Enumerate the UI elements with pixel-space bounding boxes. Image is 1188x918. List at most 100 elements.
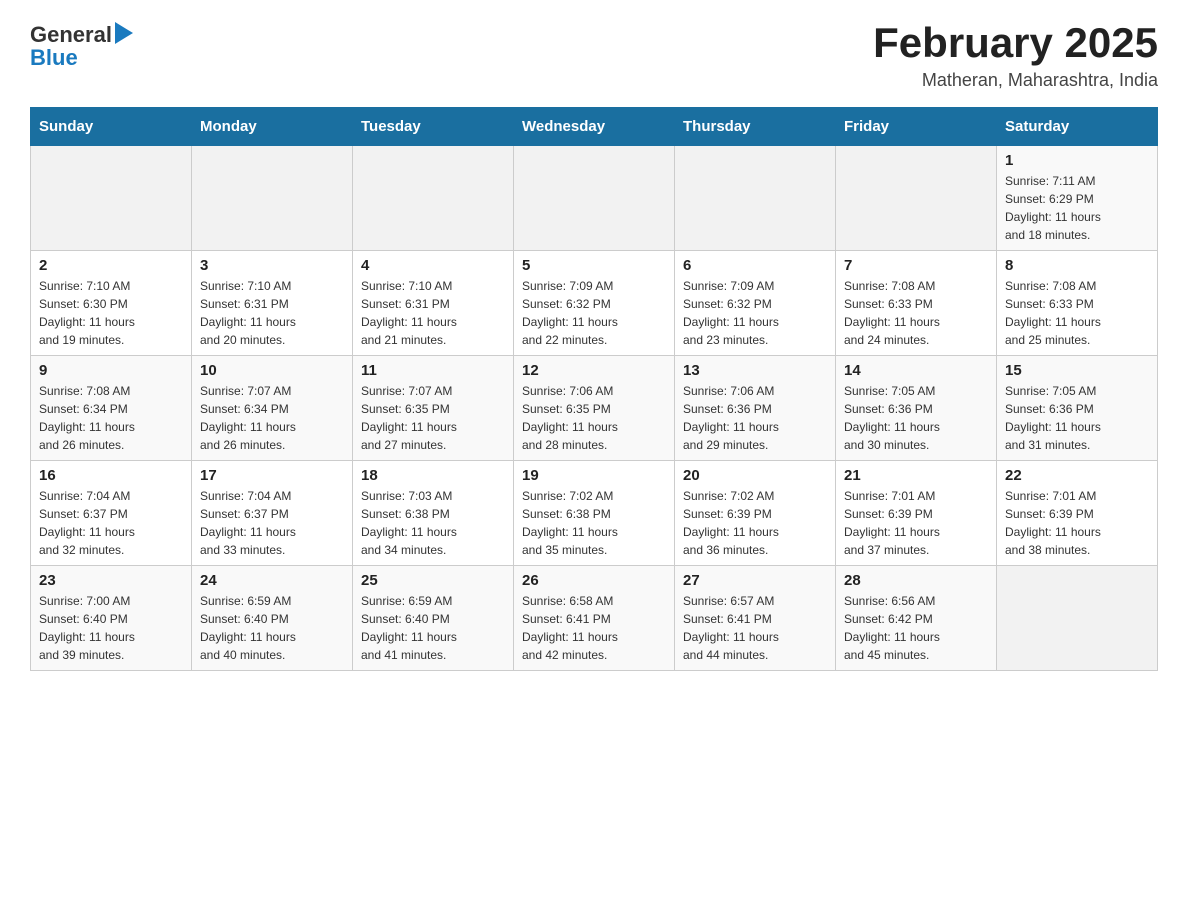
day-cell: 3Sunrise: 7:10 AM Sunset: 6:31 PM Daylig…: [192, 251, 353, 356]
day-number: 24: [200, 572, 344, 589]
day-number: 23: [39, 572, 183, 589]
day-info: Sunrise: 7:07 AM Sunset: 6:35 PM Dayligh…: [361, 382, 505, 454]
day-info: Sunrise: 7:11 AM Sunset: 6:29 PM Dayligh…: [1005, 172, 1149, 244]
logo-text-general: General: [30, 22, 112, 48]
day-info: Sunrise: 7:08 AM Sunset: 6:33 PM Dayligh…: [1005, 277, 1149, 349]
day-cell: 21 Sunrise: 7:01 AM Sunset: 6:39 PM Dayli…: [836, 461, 997, 566]
day-cell: 6 Sunrise: 7:09 AM Sunset: 6:32 PM Daylig…: [675, 251, 836, 356]
header-saturday: Saturday: [997, 108, 1158, 146]
header-sunday: Sunday: [31, 108, 192, 146]
day-number: 4: [361, 257, 505, 274]
day-number: 11: [361, 362, 505, 379]
day-cell: 28Sunrise: 6:56 AM Sunset: 6:42 PM Dayli…: [836, 566, 997, 671]
day-number: 8: [1005, 257, 1149, 274]
calendar-header: Sunday Monday Tuesday Wednesday Thursday…: [31, 108, 1158, 146]
day-number: 16: [39, 467, 183, 484]
day-cell: 18 Sunrise: 7:03 AM Sunset: 6:38 PM Dayli…: [353, 461, 514, 566]
month-title: February 2025: [873, 20, 1158, 66]
day-info: Sunrise: 7:04 AM Sunset: 6:37 PM Dayligh…: [200, 487, 344, 559]
day-number: 22: [1005, 467, 1149, 484]
day-cell: 11 Sunrise: 7:07 AM Sunset: 6:35 PM Dayli…: [353, 356, 514, 461]
day-cell: [31, 146, 192, 251]
day-cell: 20 Sunrise: 7:02 AM Sunset: 6:39 PM Dayli…: [675, 461, 836, 566]
day-info: Sunrise: 7:01 AM Sunset: 6:39 PM Dayligh…: [1005, 487, 1149, 559]
page-header: General Blue February 2025 Matheran, Mah…: [30, 20, 1158, 91]
header-tuesday: Tuesday: [353, 108, 514, 146]
day-info: Sunrise: 7:05 AM Sunset: 6:36 PM Dayligh…: [1005, 382, 1149, 454]
day-info: Sunrise: 7:02 AM Sunset: 6:38 PM Dayligh…: [522, 487, 666, 559]
day-cell: 25 Sunrise: 6:59 AM Sunset: 6:40 PM Dayli…: [353, 566, 514, 671]
day-info: Sunrise: 6:58 AM Sunset: 6:41 PM Dayligh…: [522, 592, 666, 664]
day-number: 27: [683, 572, 827, 589]
day-number: 13: [683, 362, 827, 379]
day-info: Sunrise: 7:09 AM Sunset: 6:32 PM Dayligh…: [683, 277, 827, 349]
day-cell: 23Sunrise: 7:00 AM Sunset: 6:40 PM Dayli…: [31, 566, 192, 671]
day-number: 10: [200, 362, 344, 379]
day-cell: 2 Sunrise: 7:10 AM Sunset: 6:30 PM Daylig…: [31, 251, 192, 356]
day-info: Sunrise: 7:10 AM Sunset: 6:30 PM Dayligh…: [39, 277, 183, 349]
day-cell: 26 Sunrise: 6:58 AM Sunset: 6:41 PM Dayli…: [514, 566, 675, 671]
day-cell: [836, 146, 997, 251]
day-info: Sunrise: 7:01 AM Sunset: 6:39 PM Dayligh…: [844, 487, 988, 559]
day-cell: 7Sunrise: 7:08 AM Sunset: 6:33 PM Daylig…: [836, 251, 997, 356]
day-number: 2: [39, 257, 183, 274]
day-cell: 27 Sunrise: 6:57 AM Sunset: 6:41 PM Dayli…: [675, 566, 836, 671]
day-number: 15: [1005, 362, 1149, 379]
calendar-body: 1Sunrise: 7:11 AM Sunset: 6:29 PM Daylig…: [31, 146, 1158, 671]
day-cell: [997, 566, 1158, 671]
day-cell: [514, 146, 675, 251]
title-block: February 2025 Matheran, Maharashtra, Ind…: [873, 20, 1158, 91]
day-cell: 22 Sunrise: 7:01 AM Sunset: 6:39 PM Dayli…: [997, 461, 1158, 566]
day-info: Sunrise: 7:02 AM Sunset: 6:39 PM Dayligh…: [683, 487, 827, 559]
day-number: 21: [844, 467, 988, 484]
week-row-1: 1Sunrise: 7:11 AM Sunset: 6:29 PM Daylig…: [31, 146, 1158, 251]
day-cell: [192, 146, 353, 251]
day-number: 28: [844, 572, 988, 589]
day-number: 5: [522, 257, 666, 274]
day-number: 6: [683, 257, 827, 274]
day-cell: 1Sunrise: 7:11 AM Sunset: 6:29 PM Daylig…: [997, 146, 1158, 251]
day-cell: 19 Sunrise: 7:02 AM Sunset: 6:38 PM Dayli…: [514, 461, 675, 566]
day-cell: 5Sunrise: 7:09 AM Sunset: 6:32 PM Daylig…: [514, 251, 675, 356]
day-cell: [675, 146, 836, 251]
logo-triangle-icon: [115, 22, 133, 44]
week-row-3: 9 Sunrise: 7:08 AM Sunset: 6:34 PM Daylig…: [31, 356, 1158, 461]
day-cell: 10 Sunrise: 7:07 AM Sunset: 6:34 PM Dayli…: [192, 356, 353, 461]
day-info: Sunrise: 6:59 AM Sunset: 6:40 PM Dayligh…: [361, 592, 505, 664]
day-cell: 16 Sunrise: 7:04 AM Sunset: 6:37 PM Dayli…: [31, 461, 192, 566]
day-cell: 4Sunrise: 7:10 AM Sunset: 6:31 PM Daylig…: [353, 251, 514, 356]
day-number: 17: [200, 467, 344, 484]
header-friday: Friday: [836, 108, 997, 146]
header-monday: Monday: [192, 108, 353, 146]
day-cell: 8 Sunrise: 7:08 AM Sunset: 6:33 PM Daylig…: [997, 251, 1158, 356]
week-row-4: 16 Sunrise: 7:04 AM Sunset: 6:37 PM Dayli…: [31, 461, 1158, 566]
header-wednesday: Wednesday: [514, 108, 675, 146]
day-cell: 14 Sunrise: 7:05 AM Sunset: 6:36 PM Dayli…: [836, 356, 997, 461]
day-number: 25: [361, 572, 505, 589]
day-number: 12: [522, 362, 666, 379]
week-row-2: 2 Sunrise: 7:10 AM Sunset: 6:30 PM Daylig…: [31, 251, 1158, 356]
day-number: 18: [361, 467, 505, 484]
day-number: 20: [683, 467, 827, 484]
day-cell: 13 Sunrise: 7:06 AM Sunset: 6:36 PM Dayli…: [675, 356, 836, 461]
day-info: Sunrise: 7:07 AM Sunset: 6:34 PM Dayligh…: [200, 382, 344, 454]
day-info: Sunrise: 7:03 AM Sunset: 6:38 PM Dayligh…: [361, 487, 505, 559]
calendar-table: Sunday Monday Tuesday Wednesday Thursday…: [30, 107, 1158, 671]
day-number: 9: [39, 362, 183, 379]
day-info: Sunrise: 7:06 AM Sunset: 6:36 PM Dayligh…: [683, 382, 827, 454]
day-info: Sunrise: 7:05 AM Sunset: 6:36 PM Dayligh…: [844, 382, 988, 454]
day-number: 19: [522, 467, 666, 484]
day-info: Sunrise: 7:08 AM Sunset: 6:34 PM Dayligh…: [39, 382, 183, 454]
day-cell: 15 Sunrise: 7:05 AM Sunset: 6:36 PM Dayli…: [997, 356, 1158, 461]
day-cell: 24 Sunrise: 6:59 AM Sunset: 6:40 PM Dayli…: [192, 566, 353, 671]
day-info: Sunrise: 7:10 AM Sunset: 6:31 PM Dayligh…: [200, 277, 344, 349]
day-info: Sunrise: 7:08 AM Sunset: 6:33 PM Dayligh…: [844, 277, 988, 349]
day-info: Sunrise: 7:04 AM Sunset: 6:37 PM Dayligh…: [39, 487, 183, 559]
day-info: Sunrise: 6:57 AM Sunset: 6:41 PM Dayligh…: [683, 592, 827, 664]
logo: General Blue: [30, 20, 133, 71]
day-number: 14: [844, 362, 988, 379]
day-info: Sunrise: 6:59 AM Sunset: 6:40 PM Dayligh…: [200, 592, 344, 664]
day-number: 26: [522, 572, 666, 589]
day-cell: [353, 146, 514, 251]
day-cell: 12Sunrise: 7:06 AM Sunset: 6:35 PM Dayli…: [514, 356, 675, 461]
